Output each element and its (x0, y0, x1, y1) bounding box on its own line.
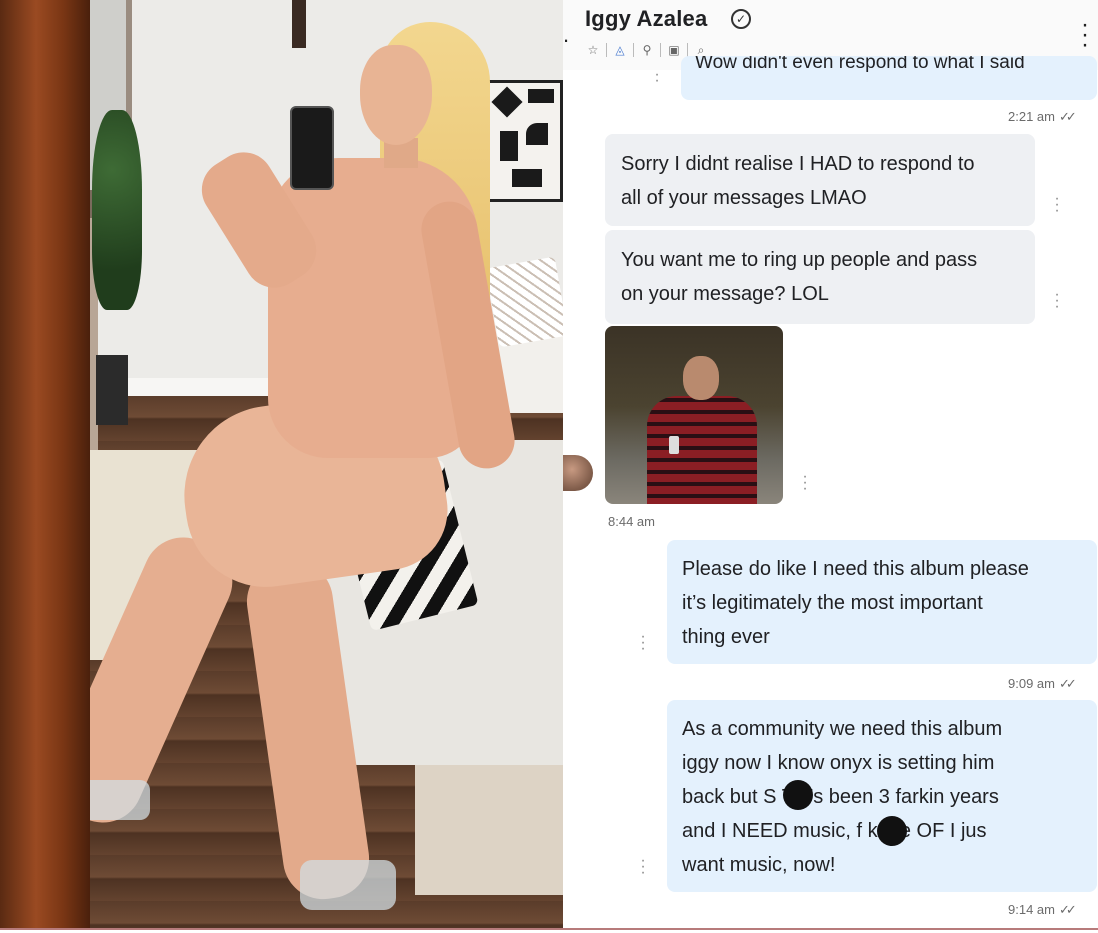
message-timestamp: 9:14 am ✓✓ (1008, 902, 1077, 917)
message-line: thing ever (682, 626, 770, 648)
pin-icon[interactable]: ⚲ (639, 42, 655, 58)
message-line: all of your messages LMAO (621, 187, 867, 209)
framed-art-geometric (487, 80, 563, 202)
mirror-frame (0, 0, 90, 928)
back-arrow-icon[interactable]: . (563, 22, 569, 48)
message-line: back but S T it’s been 3 farkin years (682, 786, 999, 808)
message-bubble-outgoing[interactable]: As a community we need this album iggy n… (667, 700, 1097, 892)
toolbar-divider (633, 43, 634, 57)
contact-name: Iggy Azalea (585, 6, 708, 31)
message-timestamp: 8:44 am (608, 514, 655, 529)
kebab-menu-icon[interactable]: · · · (1081, 13, 1089, 57)
bottom-divider (0, 928, 1098, 933)
message-options-icon[interactable]: · · · (639, 629, 647, 657)
message-options-icon[interactable]: · · · (801, 469, 809, 497)
photo-man-flannel-shirt (647, 396, 757, 504)
message-bubble-incoming[interactable]: You want me to ring up people and pass o… (605, 230, 1035, 324)
censor-dot (783, 780, 813, 810)
message-line: iggy now I know onyx is setting him (682, 752, 995, 774)
star-icon[interactable]: ☆ (585, 42, 601, 58)
photo-drink-can (669, 436, 679, 454)
message-options-icon[interactable]: · · (653, 67, 661, 89)
toolbar-divider (687, 43, 688, 57)
toolbar-divider (660, 43, 661, 57)
ceiling-beam (292, 0, 306, 48)
message-options-icon[interactable]: · · · (1053, 191, 1061, 219)
message-bubble-outgoing[interactable]: Please do like I need this album please … (667, 540, 1097, 664)
photo-man-head (683, 356, 719, 400)
bell-icon[interactable]: ◬ (612, 42, 628, 58)
clear-heel-right (300, 860, 396, 910)
message-line: You want me to ring up people and pass (621, 249, 978, 271)
message-line: Sorry I didnt realise I HAD to respond t… (621, 153, 975, 175)
read-receipt-icon: ✓✓ (1058, 902, 1077, 917)
censor-dot (877, 816, 907, 846)
message-timestamp: 9:09 am ✓✓ (1008, 676, 1077, 691)
message-line: As a community we need this album (682, 718, 1003, 740)
message-line: it’s legitimately the most important (682, 592, 983, 614)
person-head (360, 45, 432, 145)
chat-screenshot: . Iggy Azalea ✓ ☆ ◬ ⚲ ▣ ⌕ · · · Wow didn't… (563, 0, 1098, 928)
message-text: Wow didn't even respond to what I said (695, 56, 1025, 73)
patterned-pillow (485, 256, 563, 348)
message-options-icon[interactable]: · · · (1053, 287, 1061, 315)
smartphone (290, 106, 334, 190)
message-timestamp: 2:21 am ✓✓ (1008, 109, 1077, 124)
read-receipt-icon: ✓✓ (1058, 676, 1077, 691)
message-options-icon[interactable]: · · · (639, 853, 647, 881)
verified-check-icon: ✓ (731, 9, 751, 29)
read-receipt-icon: ✓✓ (1058, 109, 1077, 124)
clear-heel-left (80, 780, 150, 820)
potted-plant (92, 110, 142, 310)
message-line: want music, now! (682, 854, 836, 876)
message-line: Please do like I need this album please (682, 558, 1029, 580)
plant-pot (96, 355, 128, 425)
message-bubble-outgoing[interactable]: Wow didn't even respond to what I said (681, 56, 1097, 100)
rug-corner (415, 760, 563, 895)
mirror-selfie-photo (0, 0, 563, 928)
message-photo[interactable] (605, 326, 783, 504)
message-line: on your message? LOL (621, 283, 829, 305)
message-bubble-incoming[interactable]: Sorry I didnt realise I HAD to respond t… (605, 134, 1035, 226)
image-icon[interactable]: ▣ (666, 42, 682, 58)
toolbar-divider (606, 43, 607, 57)
contact-avatar[interactable] (563, 455, 593, 491)
